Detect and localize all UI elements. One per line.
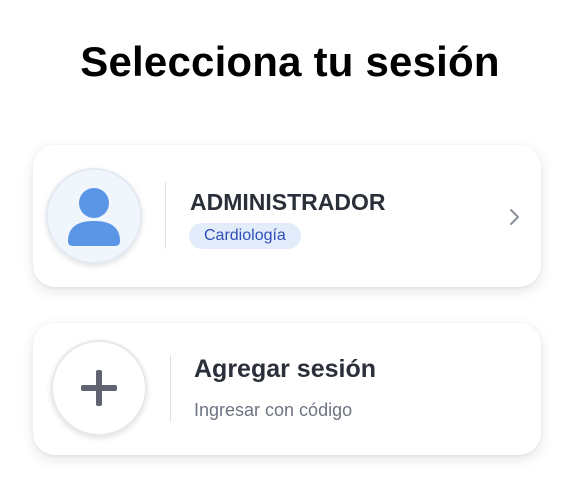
chevron-right-icon	[510, 209, 519, 225]
card-divider	[170, 355, 171, 422]
plus-icon	[81, 370, 117, 406]
session-name: ADMINISTRADOR	[190, 189, 386, 215]
add-session-circle	[51, 340, 147, 436]
card-divider	[165, 182, 166, 249]
user-avatar-icon	[68, 188, 120, 246]
add-session-title: Agregar sesión	[194, 355, 377, 383]
session-select-screen: Selecciona tu sesión ADMINISTRADOR Cardi…	[0, 0, 580, 489]
add-session-card[interactable]: Agregar sesión Ingresar con código	[33, 323, 541, 455]
page-title: Selecciona tu sesión	[80, 38, 500, 85]
specialty-badge: Cardiología	[189, 223, 301, 249]
avatar	[46, 168, 142, 264]
add-session-subtitle: Ingresar con código	[194, 400, 353, 420]
session-card-administrador[interactable]: ADMINISTRADOR Cardiología	[33, 145, 541, 287]
